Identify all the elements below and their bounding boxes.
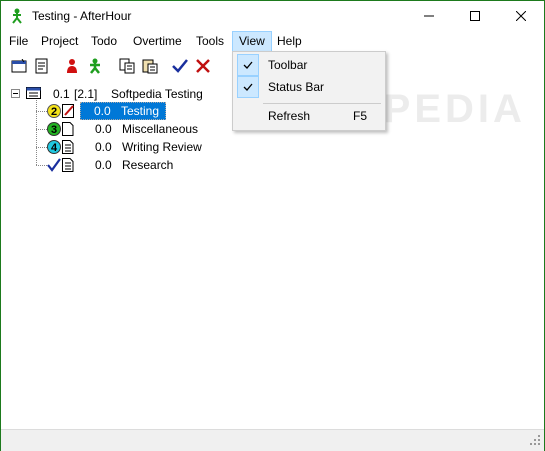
menu-project[interactable]: Project	[35, 31, 84, 52]
new-project-icon[interactable]	[9, 56, 29, 76]
item-name: Research	[122, 158, 174, 172]
red-person-icon[interactable]	[62, 56, 82, 76]
maximize-icon	[470, 11, 480, 21]
menu-item-refresh[interactable]: Refresh F5	[235, 105, 383, 127]
selected-item-highlight[interactable]: 0.0 Testing	[80, 102, 166, 120]
view-menu-dropdown: Toolbar Status Bar Refresh F5	[232, 51, 386, 131]
cross-icon[interactable]	[193, 56, 213, 76]
root-total: [2.1]	[74, 87, 98, 101]
tree-connector	[36, 165, 47, 166]
tree-item-writing-review[interactable]: 4 0.0 Writing Review	[47, 138, 247, 156]
menu-item-label: Toolbar	[268, 58, 308, 72]
svg-text:3: 3	[51, 124, 57, 136]
maximize-button[interactable]	[452, 1, 498, 31]
properties-icon[interactable]	[32, 56, 52, 76]
svg-text:2: 2	[51, 106, 57, 118]
project-tree: 0.1 [2.1] Softpedia Testing 2 0.0 Testin…	[3, 82, 543, 427]
menu-item-toolbar[interactable]: Toolbar	[235, 54, 383, 76]
root-name: Softpedia Testing	[111, 87, 203, 101]
item-hours: 0.0	[95, 122, 112, 136]
status-bar	[1, 429, 544, 451]
item-name: Testing	[121, 104, 160, 118]
menu-separator	[263, 103, 381, 104]
tree-item-testing[interactable]: 2 0.0 Testing	[47, 102, 247, 120]
item-hours: 0.0	[94, 104, 111, 118]
project-icon	[26, 86, 42, 105]
menu-bar: File Project Todo Overtime Tools View He…	[1, 31, 544, 52]
item-name: Writing Review	[122, 140, 202, 154]
svg-text:4: 4	[51, 142, 58, 154]
root-hours: 0.1	[53, 87, 70, 101]
item-hours: 0.0	[95, 140, 112, 154]
title-bar[interactable]: Testing - AfterHour	[1, 1, 544, 31]
app-window: Testing - AfterHour File Project Todo Ov…	[0, 0, 545, 451]
window-title: Testing - AfterHour	[32, 9, 132, 23]
close-button[interactable]	[498, 1, 544, 31]
checkmark-icon	[237, 76, 259, 98]
menu-item-shortcut: F5	[353, 109, 368, 123]
minimize-button[interactable]	[406, 1, 452, 31]
copy-icon[interactable]	[117, 56, 137, 76]
menu-item-status-bar[interactable]: Status Bar	[235, 76, 383, 98]
tree-item-research[interactable]: 0.0 Research	[47, 156, 247, 174]
menu-todo[interactable]: Todo	[85, 31, 123, 52]
tree-connector	[36, 111, 47, 112]
tree-connector	[36, 129, 47, 130]
paste-icon[interactable]	[140, 56, 160, 76]
menu-tools[interactable]: Tools	[190, 31, 230, 52]
afterhour-app-icon	[9, 8, 25, 24]
menu-file[interactable]: File	[3, 31, 34, 52]
checkmark-icon	[237, 54, 259, 76]
check-icon[interactable]	[170, 56, 190, 76]
menu-overtime[interactable]: Overtime	[127, 31, 188, 52]
close-icon	[516, 11, 526, 21]
text-document-icon	[62, 157, 74, 178]
item-hours: 0.0	[95, 158, 112, 172]
menu-view[interactable]: View	[232, 31, 272, 52]
resize-grip-icon[interactable]	[529, 434, 541, 449]
item-name: Miscellaneous	[122, 122, 199, 136]
minimize-icon	[424, 15, 434, 17]
tree-item-miscellaneous[interactable]: 3 0.0 Miscellaneous	[47, 120, 247, 138]
done-check-icon	[47, 158, 61, 177]
tree-connector	[36, 147, 47, 148]
menu-item-label: Refresh	[268, 109, 311, 123]
tree-connector	[36, 100, 37, 165]
green-person-icon[interactable]	[85, 56, 105, 76]
menu-help[interactable]: Help	[271, 31, 308, 52]
collapse-toggle-icon[interactable]	[11, 89, 20, 98]
menu-item-label: Status Bar	[268, 80, 325, 94]
